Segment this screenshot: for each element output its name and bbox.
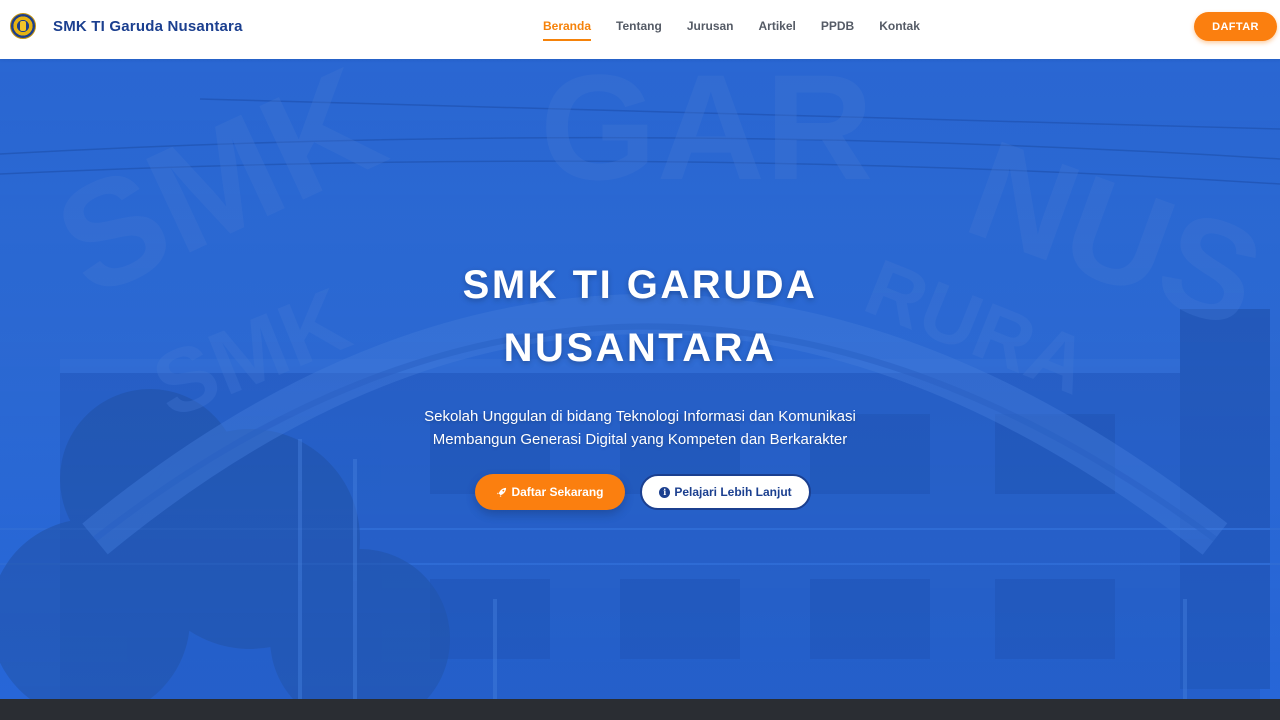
nav-link-kontak[interactable]: Kontak xyxy=(879,0,920,59)
nav-link-jurusan[interactable]: Jurusan xyxy=(687,0,734,59)
pelajari-lebih-lanjut-button[interactable]: i Pelajari Lebih Lanjut xyxy=(640,474,811,510)
rocket-icon xyxy=(497,487,507,497)
nav-link-ppdb[interactable]: PPDB xyxy=(821,0,854,59)
nav-link-beranda[interactable]: Beranda xyxy=(543,0,592,59)
hero-content: SMK TI GARUDA NUSANTARA Sekolah Unggulan… xyxy=(0,254,1280,510)
hero-buttons: Daftar Sekarang i Pelajari Lebih Lanjut xyxy=(0,474,1280,510)
nav-menu: Beranda Tentang Jurusan Artikel PPDB Kon… xyxy=(543,0,945,59)
brand-name: SMK TI Garuda Nusantara xyxy=(53,17,243,35)
info-circle-icon: i xyxy=(659,486,671,498)
daftar-sekarang-button[interactable]: Daftar Sekarang xyxy=(475,474,625,510)
navbar: SMK TI Garuda Nusantara Beranda Tentang … xyxy=(0,0,1280,59)
hero-subtitle: Sekolah Unggulan di bidang Teknologi Inf… xyxy=(0,405,1280,451)
hero-title-line1: SMK TI GARUDA xyxy=(462,263,818,307)
hero-subtitle-line1: Sekolah Unggulan di bidang Teknologi Inf… xyxy=(424,408,856,425)
pelajari-lebih-lanjut-label: Pelajari Lebih Lanjut xyxy=(674,485,792,499)
nav-link-artikel[interactable]: Artikel xyxy=(759,0,796,59)
nav-link-tentang[interactable]: Tentang xyxy=(616,0,662,59)
daftar-button[interactable]: DAFTAR xyxy=(1194,12,1277,41)
bottom-strip xyxy=(0,699,1280,720)
hero-title-line2: NUSANTARA xyxy=(503,326,777,370)
hero-section: SMK GAR NUS SMK RURA SMK TI GARUDA NUSAN… xyxy=(0,59,1280,699)
hero-title: SMK TI GARUDA NUSANTARA xyxy=(0,254,1280,380)
school-emblem-icon xyxy=(10,13,36,39)
daftar-sekarang-label: Daftar Sekarang xyxy=(511,485,604,499)
brand[interactable]: SMK TI Garuda Nusantara xyxy=(10,12,243,40)
hero-subtitle-line2: Membangun Generasi Digital yang Kompeten… xyxy=(432,431,848,448)
